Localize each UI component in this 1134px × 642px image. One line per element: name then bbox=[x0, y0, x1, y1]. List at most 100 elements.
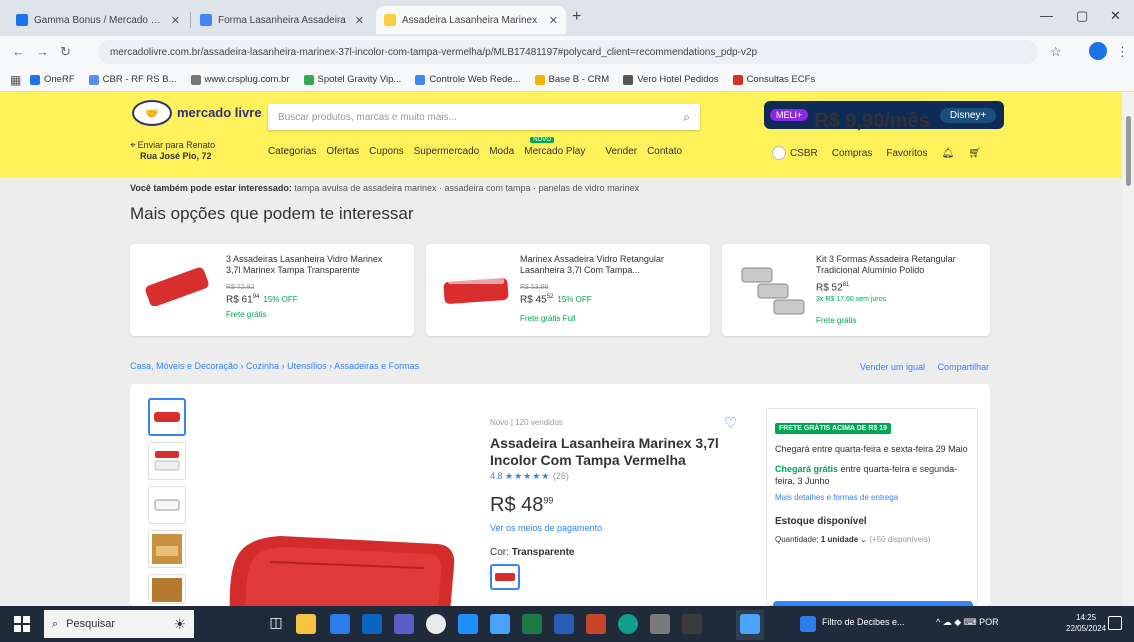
user-name[interactable]: CSBR bbox=[790, 148, 818, 159]
bookmark-icon bbox=[415, 74, 426, 85]
product-main-image[interactable] bbox=[210, 402, 468, 606]
task-view-icon[interactable]: ◫ bbox=[266, 614, 286, 634]
bookmark-item[interactable]: Controle Web Rede... bbox=[415, 74, 521, 85]
new-tab-icon[interactable]: + bbox=[572, 8, 581, 26]
card-shipping: Frete grátis Full bbox=[520, 314, 576, 323]
menu-item-moda[interactable]: Moda bbox=[489, 146, 514, 157]
system-tray[interactable]: ^ ☁ ◆ ⌨ POR bbox=[936, 617, 999, 628]
bookmarks-bar: OneRF CBR - RF RS B... www.crsplug.com.b… bbox=[0, 68, 1134, 92]
chrome-icon[interactable] bbox=[426, 614, 446, 634]
profile-avatar[interactable] bbox=[1089, 42, 1107, 60]
bookmark-item[interactable]: www.crsplug.com.br bbox=[190, 74, 290, 85]
location-line1: Enviar para Renato bbox=[137, 140, 216, 150]
payment-methods-link[interactable]: Ver os meios de pagamento bbox=[490, 523, 750, 533]
search-input[interactable]: Buscar produtos, marcas e muito mais... … bbox=[268, 104, 700, 130]
card-price: R$ 61 bbox=[226, 294, 253, 306]
card-old-price: R$ 72,92 bbox=[226, 284, 255, 291]
bookmark-item[interactable]: Vero Hotel Pedidos bbox=[623, 74, 719, 85]
menu-item-mercado-play[interactable]: NOVO Mercado Play bbox=[524, 137, 595, 157]
taskbar-window-title[interactable]: Filtro de Decibes e... bbox=[822, 617, 905, 627]
browser-menu-icon[interactable]: ⋮ bbox=[1116, 44, 1129, 60]
card-installments: 3x R$ 17,60 sem juros bbox=[816, 296, 887, 303]
menu-item-vender[interactable]: Vender bbox=[605, 146, 637, 157]
search-icon[interactable]: ⌕ bbox=[683, 110, 690, 125]
notification-center-icon[interactable] bbox=[1108, 616, 1122, 630]
mail-icon[interactable] bbox=[458, 614, 478, 634]
gallery-thumb[interactable] bbox=[148, 486, 186, 524]
quantity-label: Quantidade: bbox=[775, 535, 819, 544]
breadcrumb[interactable]: Casa, Móveis e Decoração › Cozinha › Ute… bbox=[130, 361, 419, 371]
purchases-link[interactable]: Compras bbox=[832, 148, 873, 159]
gallery-thumb[interactable] bbox=[148, 398, 186, 436]
outlook-icon[interactable] bbox=[362, 614, 382, 634]
bell-icon[interactable]: 🔔︎ bbox=[942, 148, 955, 159]
sell-similar-link[interactable]: Vender um igual bbox=[860, 362, 925, 372]
site-logo[interactable]: 🤝 mercado livre bbox=[132, 100, 262, 126]
file-explorer-icon[interactable] bbox=[296, 614, 316, 634]
menu-item-ofertas[interactable]: Ofertas bbox=[326, 146, 359, 157]
browser-tab-1[interactable]: Gamma Bonus / Mercado Livre ✕ bbox=[8, 6, 188, 34]
menu-item-supermercado[interactable]: Supermercado bbox=[414, 146, 480, 157]
gallery-thumb[interactable] bbox=[148, 442, 186, 480]
close-window-icon[interactable]: ✕ bbox=[1110, 8, 1121, 24]
gallery-thumb[interactable] bbox=[148, 530, 186, 568]
taskbar-search-input[interactable]: ⌕ Pesquisar ☀ bbox=[44, 610, 194, 638]
search-placeholder: Buscar produtos, marcas e muito mais... bbox=[278, 111, 457, 123]
favorites-link[interactable]: Favoritos bbox=[886, 148, 927, 159]
calculator-icon[interactable] bbox=[682, 614, 702, 634]
menu-item-categorias[interactable]: Categorias bbox=[268, 146, 316, 157]
related-links[interactable]: tampa avulsa de assadeira marinex · assa… bbox=[294, 183, 639, 193]
quantity-selector[interactable]: Quantidade: 1 unidade ⌄ (+50 disponíveis… bbox=[775, 535, 969, 544]
recommendation-card[interactable]: Kit 3 Formas Assadeira Retangular Tradic… bbox=[722, 244, 990, 336]
camera-icon[interactable] bbox=[650, 614, 670, 634]
url-input[interactable]: mercadolivre.com.br/assadeira-lasanheira… bbox=[98, 40, 1038, 64]
teams-icon[interactable] bbox=[394, 614, 414, 634]
recommendation-card[interactable]: 3 Assadeiras Lasanheira Vidro Marinex 3,… bbox=[130, 244, 414, 336]
menu-item-contato[interactable]: Contato bbox=[647, 146, 682, 157]
apps-grid-icon[interactable]: ▦ bbox=[10, 73, 21, 87]
store-icon[interactable] bbox=[330, 614, 350, 634]
excel-icon[interactable] bbox=[522, 614, 542, 634]
scrollbar-thumb[interactable] bbox=[1126, 116, 1131, 186]
product-condition: Novo | 120 vendidos bbox=[490, 418, 563, 427]
promo-banner[interactable]: MELI+ R$ 9,90/mês Disney+ bbox=[764, 101, 1004, 132]
gallery-thumb[interactable] bbox=[148, 574, 186, 604]
color-swatch-icon bbox=[495, 573, 515, 581]
quantity-value: 1 unidade bbox=[820, 535, 859, 544]
minimize-icon[interactable]: — bbox=[1040, 8, 1053, 23]
tab-close-icon[interactable]: ✕ bbox=[171, 14, 180, 27]
delivery-details-link[interactable]: Mais detalhes e formas de entrega bbox=[775, 493, 969, 502]
browser-tab-active[interactable]: Assadeira Lasanheira Marinex ✕ bbox=[376, 6, 566, 34]
favorite-heart-icon[interactable]: ♡ bbox=[724, 414, 737, 432]
forward-icon[interactable]: → bbox=[36, 44, 49, 59]
tab-close-icon[interactable]: ✕ bbox=[355, 14, 364, 27]
product-title: Assadeira Lasanheira Marinex 3,7l Incolo… bbox=[490, 435, 719, 468]
weather-widget-icon[interactable]: ☀ bbox=[173, 616, 186, 633]
powerpoint-icon[interactable] bbox=[586, 614, 606, 634]
tab-close-icon[interactable]: ✕ bbox=[549, 14, 558, 27]
word-icon[interactable] bbox=[554, 614, 574, 634]
share-link[interactable]: Compartilhar bbox=[938, 362, 990, 372]
onedrive-icon[interactable] bbox=[490, 614, 510, 634]
color-option[interactable] bbox=[490, 564, 520, 590]
recommendation-card[interactable]: Marinex Assadeira Vidro Retangular Lasan… bbox=[426, 244, 710, 336]
reload-icon[interactable]: ↻ bbox=[60, 44, 71, 60]
back-icon[interactable]: ← bbox=[12, 44, 25, 59]
cart-icon[interactable]: 🛒︎ bbox=[968, 148, 981, 159]
bookmark-item[interactable]: CBR - RF RS B... bbox=[88, 74, 177, 85]
bookmark-item[interactable]: Spotel Gravity Vip... bbox=[303, 74, 401, 85]
delivery-location[interactable]: ⌖ Enviar para Renato Rua José Pio, 72 bbox=[130, 140, 215, 161]
bookmark-star-icon[interactable]: ☆ bbox=[1050, 44, 1062, 60]
browser-tab-2[interactable]: Forma Lasanheira Assadeira ✕ bbox=[192, 6, 372, 34]
menu-item-cupons[interactable]: Cupons bbox=[369, 146, 403, 157]
running-app-icon[interactable] bbox=[800, 616, 816, 632]
maximize-icon[interactable]: ▢ bbox=[1076, 8, 1088, 24]
edge-icon[interactable] bbox=[618, 614, 638, 634]
windows-start-icon[interactable] bbox=[14, 616, 30, 632]
product-rating[interactable]: 4.8 ★★★★★ (26) bbox=[490, 471, 750, 482]
bookmark-item[interactable]: Consultas ECFs bbox=[732, 74, 815, 85]
user-avatar[interactable] bbox=[772, 146, 786, 160]
bookmark-item[interactable]: Base B - CRM bbox=[534, 74, 609, 85]
taskbar-clock[interactable]: 14:25 22/05/2024 bbox=[1066, 612, 1106, 634]
bookmark-item[interactable]: OneRF bbox=[30, 74, 75, 85]
